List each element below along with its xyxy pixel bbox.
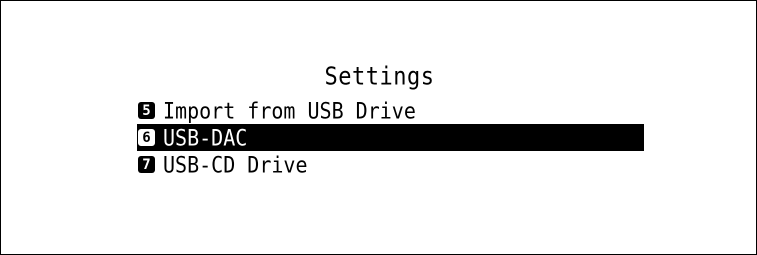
screen-title: Settings: [324, 63, 435, 92]
menu-item-usb-dac[interactable]: 6 USB-DAC: [137, 124, 644, 151]
number-5-icon: 5: [138, 102, 155, 119]
menu-item-label: USB-DAC: [163, 124, 248, 151]
settings-menu-list: 5 Import from USB Drive 6 USB-DAC 7 USB-…: [137, 97, 644, 178]
menu-item-label: USB-CD Drive: [163, 151, 308, 178]
menu-item-usb-cd-drive[interactable]: 7 USB-CD Drive: [137, 151, 644, 178]
number-7-icon: 7: [138, 156, 155, 173]
menu-item-import-from-usb-drive[interactable]: 5 Import from USB Drive: [137, 97, 644, 124]
lcd-display-frame: Settings 5 Import from USB Drive 6 USB-D…: [0, 0, 757, 255]
number-6-icon: 6: [138, 129, 155, 146]
menu-item-label: Import from USB Drive: [163, 97, 416, 124]
